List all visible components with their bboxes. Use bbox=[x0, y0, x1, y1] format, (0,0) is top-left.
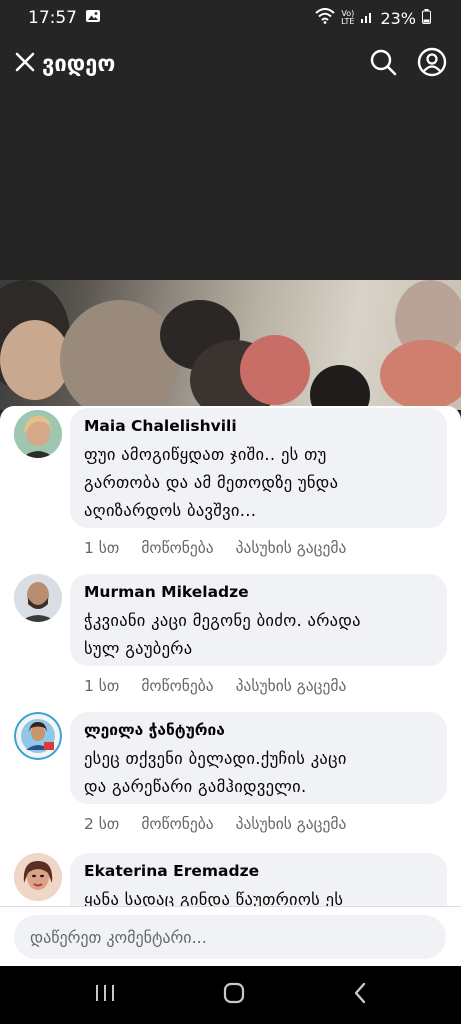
gallery-icon bbox=[85, 8, 101, 28]
battery-icon bbox=[422, 8, 431, 28]
comment-text-line: სულ გაუბერა bbox=[84, 639, 193, 658]
comment-bubble[interactable]: Maia Chalelishvili ფუი ამოგიწყდათ ჯიში..… bbox=[70, 408, 447, 528]
comment-text: ფუი ამოგიწყდათ ჯიში.. ეს თუ გართობა და ა… bbox=[84, 441, 433, 525]
comment-text-line: ფუი ამოგიწყდათ ჯიში.. ეს თუ bbox=[84, 445, 327, 464]
comment-input[interactable]: დაწერეთ კომენტარი... bbox=[14, 915, 446, 959]
comment-bubble[interactable]: Murman Mikeladze ჭკვიანი კაცი მეგონე ბიძ… bbox=[70, 574, 447, 666]
page-title: ვიდეო bbox=[42, 51, 116, 77]
like-button[interactable]: მოწონება bbox=[141, 815, 213, 833]
comment-actions: 2 სთ მოწონება პასუხის გაცემა bbox=[84, 815, 346, 833]
avatar[interactable] bbox=[14, 410, 62, 458]
close-icon[interactable] bbox=[14, 51, 36, 77]
reply-button[interactable]: პასუხის გაცემა bbox=[236, 677, 347, 695]
comment-author[interactable]: ლეილა ჭანტურია bbox=[84, 721, 433, 739]
recent-apps-icon[interactable] bbox=[94, 983, 116, 1007]
avatar[interactable] bbox=[14, 853, 62, 901]
comment-time: 2 სთ bbox=[84, 815, 120, 833]
back-icon[interactable] bbox=[352, 982, 368, 1008]
like-button[interactable]: მოწონება bbox=[141, 677, 213, 695]
comment-text-line: ესეც თქვენი ბელადი.ქუჩის კაცი bbox=[84, 749, 347, 768]
reply-button[interactable]: პასუხის გაცემა bbox=[236, 539, 347, 557]
signal-icon bbox=[360, 9, 374, 28]
comment-bubble[interactable]: ლეილა ჭანტურია ესეც თქვენი ბელადი.ქუჩის … bbox=[70, 712, 447, 804]
comment-actions: 1 სთ მოწონება პასუხის გაცემა bbox=[84, 539, 346, 557]
video-header: ვიდეო bbox=[0, 36, 461, 92]
comment-text-line: აღიზარდოს ბავშვი... bbox=[84, 501, 257, 520]
comment-text: ესეც თქვენი ბელადი.ქუჩის კაცი და გარეწარ… bbox=[84, 745, 433, 801]
system-nav-bar bbox=[0, 966, 461, 1024]
comments-panel: Maia Chalelishvili ფუი ამოგიწყდათ ჯიში..… bbox=[0, 406, 461, 966]
search-icon[interactable] bbox=[369, 48, 397, 80]
comment-actions: 1 სთ მოწონება პასუხის გაცემა bbox=[84, 677, 346, 695]
comment-input-placeholder: დაწერეთ კომენტარი... bbox=[30, 927, 207, 947]
comment-author[interactable]: Ekaterina Eremadze bbox=[84, 862, 433, 880]
comment-author[interactable]: Murman Mikeladze bbox=[84, 583, 433, 601]
comment-time: 1 სთ bbox=[84, 539, 120, 557]
comment-text-line: ჭკვიანი კაცი მეგონე ბიძო. არადა bbox=[84, 611, 361, 630]
home-icon[interactable] bbox=[223, 982, 245, 1008]
wifi-icon bbox=[315, 8, 335, 28]
avatar[interactable] bbox=[14, 574, 62, 622]
comment-composer: დაწერეთ კომენტარი... bbox=[0, 906, 461, 966]
comment-author[interactable]: Maia Chalelishvili bbox=[84, 417, 433, 435]
status-bar: 17:57 Vo) LTE 23% bbox=[0, 0, 461, 36]
comment-text-line: გართობა და ამ მეთოდზე უნდა bbox=[84, 473, 339, 492]
like-button[interactable]: მოწონება bbox=[141, 539, 213, 557]
profile-icon[interactable] bbox=[417, 47, 447, 81]
battery-level: 23% bbox=[380, 8, 416, 28]
comment-text: ჭკვიანი კაცი მეგონე ბიძო. არადა სულ გაუბ… bbox=[84, 607, 433, 663]
volte-icon: Vo) LTE bbox=[341, 9, 355, 26]
status-time: 17:57 bbox=[28, 8, 77, 28]
video-player[interactable] bbox=[0, 280, 461, 410]
avatar[interactable] bbox=[14, 712, 62, 760]
comment-text-line: და გარეწარი გამჰიდველი. bbox=[84, 777, 307, 796]
comment-time: 1 სთ bbox=[84, 677, 120, 695]
reply-button[interactable]: პასუხის გაცემა bbox=[236, 815, 347, 833]
